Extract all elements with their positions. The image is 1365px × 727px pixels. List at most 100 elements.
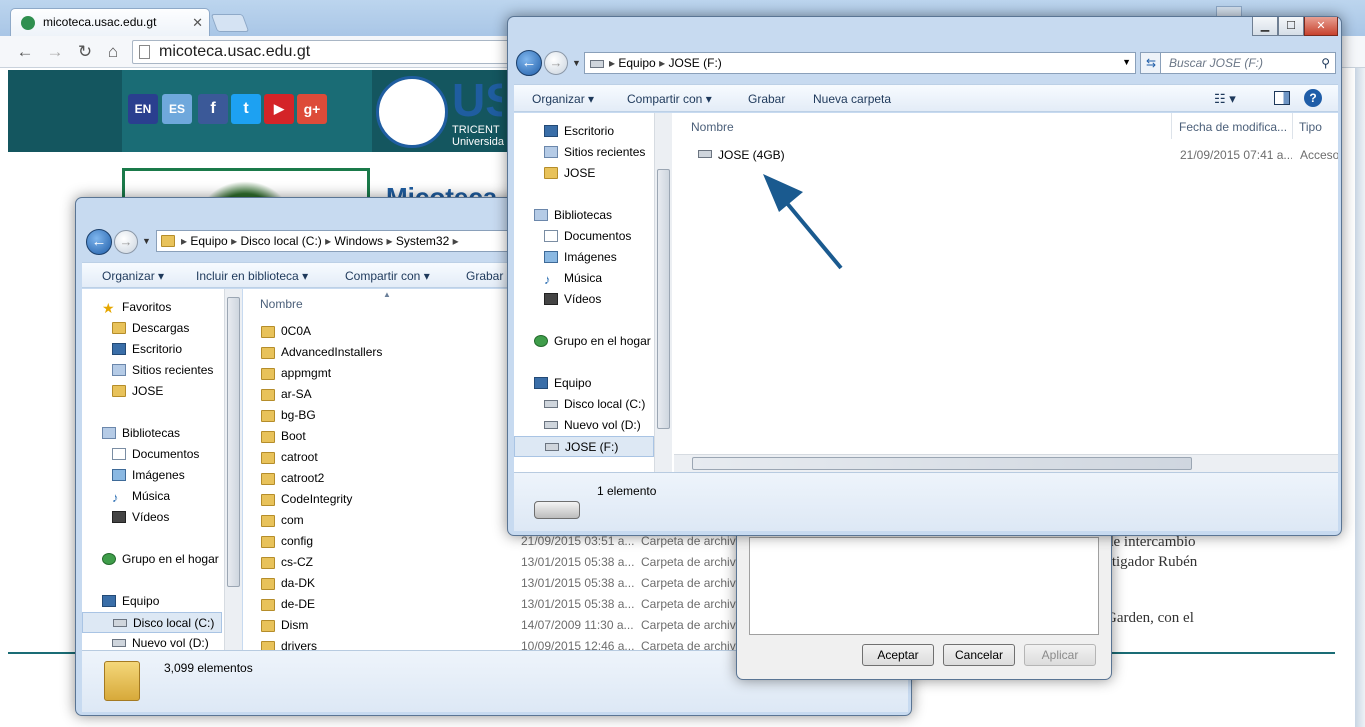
nav-item[interactable]: Sitios recientes: [514, 142, 654, 163]
desktop-icon: [544, 125, 558, 137]
new-folder-button[interactable]: Nueva carpeta: [813, 86, 891, 112]
back-button[interactable]: ←: [516, 50, 542, 76]
flag-es-icon[interactable]: ES: [162, 94, 192, 124]
h-scroll-thumb[interactable]: [692, 457, 1192, 470]
minimize-button[interactable]: ▁: [1252, 17, 1278, 36]
homegroup-icon: [102, 553, 116, 565]
ok-button[interactable]: Aceptar: [862, 644, 934, 666]
view-options-icon[interactable]: ☷ ▾: [1214, 86, 1236, 112]
nav-item[interactable]: JOSE (F:): [514, 436, 654, 457]
nav-item[interactable]: Escritorio: [82, 339, 222, 360]
address-bar[interactable]: micoteca.usac.edu.gt: [132, 40, 512, 64]
burn-button[interactable]: Grabar: [748, 86, 785, 112]
folder-icon: [261, 347, 275, 359]
crumb-windows[interactable]: Windows: [335, 234, 384, 248]
organize-menu[interactable]: Organizar ▾: [532, 86, 594, 112]
nav-item[interactable]: Grupo en el hogar: [82, 549, 222, 570]
nav-item[interactable]: Sitios recientes: [82, 360, 222, 381]
back-button[interactable]: ←: [86, 229, 112, 255]
nav-item[interactable]: Imágenes: [514, 247, 654, 268]
include-library-menu[interactable]: Incluir en biblioteca ▾: [196, 263, 308, 289]
search-input[interactable]: Buscar JOSE (F:) ⚲: [1160, 52, 1336, 74]
crumb-disco-c[interactable]: Disco local (C:): [240, 234, 321, 248]
home-icon[interactable]: ⌂: [102, 41, 124, 63]
file-row[interactable]: JOSE (4GB) 21/09/2015 07:41 a... Acceso: [674, 145, 1338, 166]
nav-item[interactable]: Grupo en el hogar: [514, 331, 654, 352]
crumb-equipo[interactable]: Equipo: [190, 234, 227, 248]
nav-scrollbar[interactable]: [224, 289, 242, 650]
breadcrumb-bar[interactable]: ▸ Equipo ▸ JOSE (F:) ▼: [584, 52, 1136, 74]
maximize-button[interactable]: ☐: [1278, 17, 1304, 36]
nav-item[interactable]: Descargas: [82, 318, 222, 339]
nav-item[interactable]: Equipo: [82, 591, 222, 612]
share-with-menu[interactable]: Compartir con ▾: [345, 263, 430, 289]
column-header-type[interactable]: Tipo: [1299, 120, 1322, 134]
horizontal-scrollbar[interactable]: [674, 454, 1338, 472]
nav-item-label: Escritorio: [132, 342, 183, 356]
forward-arrow-icon[interactable]: →: [44, 41, 66, 63]
nav-item[interactable]: Disco local (C:): [82, 612, 222, 633]
address-dropdown-icon[interactable]: ▼: [1122, 57, 1131, 67]
nav-item[interactable]: Bibliotecas: [82, 423, 222, 444]
star-icon: ★: [102, 300, 115, 316]
nav-item[interactable]: Nuevo vol (D:): [514, 415, 654, 436]
crumb-system32[interactable]: System32: [396, 234, 449, 248]
nav-item-label: Bibliotecas: [554, 208, 613, 222]
documents-icon: [544, 230, 558, 242]
nav-item[interactable]: Escritorio: [514, 121, 654, 142]
nav-item[interactable]: JOSE: [514, 163, 654, 184]
nav-scroll-thumb[interactable]: [227, 297, 240, 587]
refresh-icon[interactable]: ⇆: [1140, 52, 1162, 74]
nav-item[interactable]: ♪ Música: [82, 486, 222, 507]
new-tab-button[interactable]: [210, 14, 250, 32]
back-arrow-icon[interactable]: ←: [14, 41, 36, 63]
library-icon: [102, 427, 116, 439]
nav-item-label: Imágenes: [132, 468, 185, 482]
nav-item[interactable]: Bibliotecas: [514, 205, 654, 226]
history-dropdown-icon[interactable]: ▼: [142, 236, 151, 246]
twitter-icon[interactable]: t: [231, 94, 261, 124]
share-with-menu[interactable]: Compartir con ▾: [627, 86, 712, 112]
facebook-icon[interactable]: f: [198, 94, 228, 124]
file-date: 10/09/2015 12:46 a...: [521, 639, 635, 650]
forward-button[interactable]: →: [114, 230, 138, 254]
history-dropdown-icon[interactable]: ▼: [572, 58, 581, 68]
nav-item[interactable]: JOSE: [82, 381, 222, 402]
folder-icon: [261, 557, 275, 569]
file-name: CodeIntegrity: [281, 492, 353, 506]
nav-item[interactable]: Imágenes: [82, 465, 222, 486]
column-header-name[interactable]: Nombre: [260, 297, 303, 311]
crumb-jose-f[interactable]: JOSE (F:): [668, 56, 721, 70]
help-icon[interactable]: ?: [1304, 89, 1322, 107]
column-header-date[interactable]: Fecha de modifica...: [1179, 120, 1287, 134]
nav-item[interactable]: Documentos: [82, 444, 222, 465]
nav-item[interactable]: Equipo: [514, 373, 654, 394]
nav-item[interactable]: Disco local (C:): [514, 394, 654, 415]
nav-item[interactable]: Nuevo vol (D:): [82, 633, 222, 650]
nav-scrollbar[interactable]: [654, 113, 672, 472]
cancel-button[interactable]: Cancelar: [943, 644, 1015, 666]
apply-button[interactable]: Aplicar: [1024, 644, 1096, 666]
crumb-equipo[interactable]: Equipo: [618, 56, 655, 70]
file-name: JOSE (4GB): [718, 148, 785, 162]
close-tab-icon[interactable]: ✕: [192, 9, 203, 36]
nav-item[interactable]: Documentos: [514, 226, 654, 247]
reload-icon[interactable]: ↻: [74, 41, 96, 63]
flag-en-icon[interactable]: EN: [128, 94, 158, 124]
burn-button[interactable]: Grabar: [466, 263, 503, 289]
organize-menu[interactable]: Organizar ▾: [102, 263, 164, 289]
nav-item[interactable]: ♪ Música: [514, 268, 654, 289]
close-button[interactable]: ✕: [1304, 17, 1338, 36]
nav-scroll-thumb[interactable]: [657, 169, 670, 429]
column-header-name[interactable]: Nombre: [691, 120, 734, 134]
preview-pane-icon[interactable]: [1274, 91, 1290, 105]
youtube-icon[interactable]: ▶: [264, 94, 294, 124]
nav-item[interactable]: Vídeos: [82, 507, 222, 528]
nav-item[interactable]: Vídeos: [514, 289, 654, 310]
googleplus-icon[interactable]: g+: [297, 94, 327, 124]
nav-item[interactable]: ★ Favoritos: [82, 297, 222, 318]
browser-tab[interactable]: micoteca.usac.edu.gt ✕: [10, 8, 210, 36]
forward-button[interactable]: →: [544, 51, 568, 75]
